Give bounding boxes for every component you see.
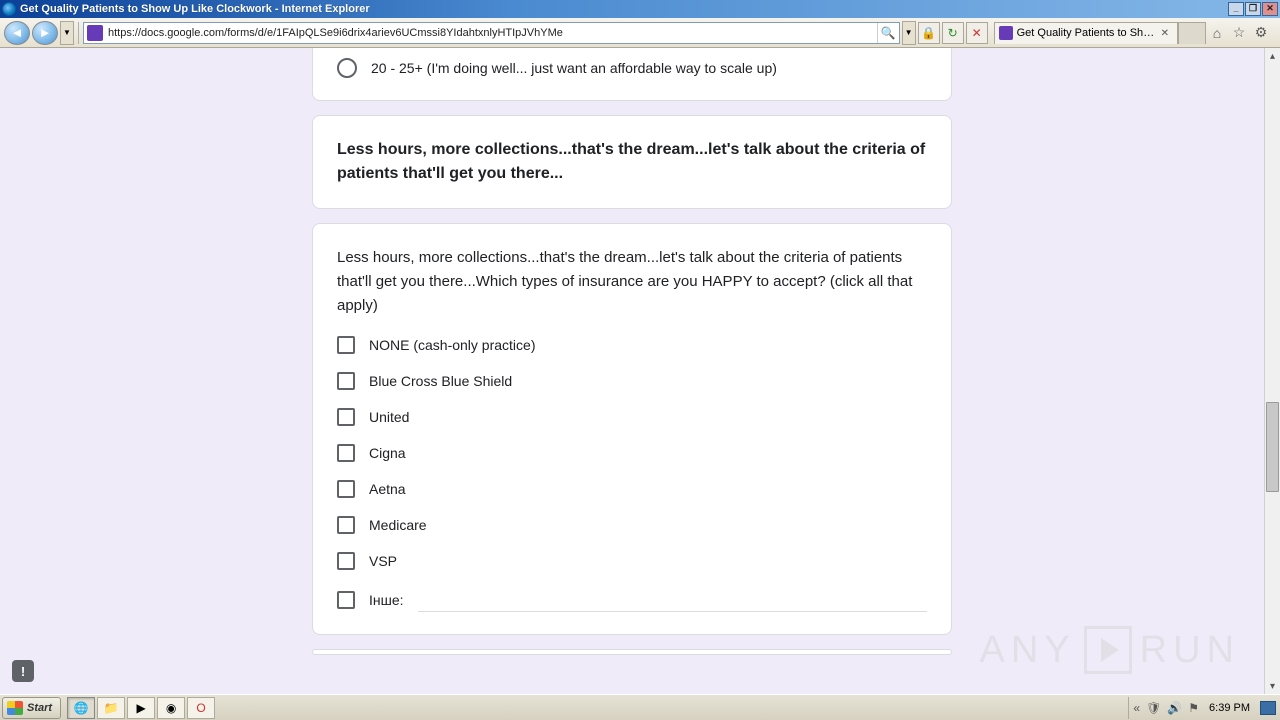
tray-shield-icon[interactable]: 🛡 <box>1146 701 1161 715</box>
url-input[interactable] <box>106 23 877 43</box>
windows-flag-icon <box>7 701 23 715</box>
checkbox-icon[interactable] <box>337 552 355 570</box>
taskbar-item-explorer[interactable]: 📁 <box>97 697 125 719</box>
checkbox-icon[interactable] <box>337 591 355 609</box>
taskbar-item-media[interactable]: ▶ <box>127 697 155 719</box>
checkbox-option[interactable]: NONE (cash-only practice) <box>337 336 927 354</box>
other-input[interactable] <box>418 588 927 612</box>
forward-button[interactable]: ► <box>32 21 58 45</box>
checkbox-label: NONE (cash-only practice) <box>369 337 536 353</box>
home-icon[interactable]: ⌂ <box>1208 24 1226 42</box>
security-lock-icon[interactable]: 🔒 <box>918 22 940 44</box>
close-button[interactable]: ✕ <box>1262 2 1278 16</box>
checkbox-icon[interactable] <box>337 372 355 390</box>
checkbox-label: Blue Cross Blue Shield <box>369 373 512 389</box>
radio-icon[interactable] <box>337 58 357 78</box>
checkbox-option[interactable]: Blue Cross Blue Shield <box>337 372 927 390</box>
form-container: 20 - 25+ (I'm doing well... just want an… <box>312 48 952 655</box>
next-card-peek <box>312 649 952 655</box>
show-desktop-button[interactable] <box>1260 701 1276 715</box>
browser-toolbar: ◄ ► ▼ 🔍 ▼ 🔒 ↻ ✕ Get Quality Patients to … <box>0 18 1280 48</box>
window-titlebar: Get Quality Patients to Show Up Like Clo… <box>0 0 1280 18</box>
tab-favicon-icon <box>999 26 1013 40</box>
address-bar[interactable]: 🔍 <box>83 22 900 44</box>
start-label: Start <box>27 702 52 714</box>
tools-gear-icon[interactable]: ⚙ <box>1252 24 1270 42</box>
checkbox-option[interactable]: Cigna <box>337 444 927 462</box>
checkbox-icon[interactable] <box>337 444 355 462</box>
window-title: Get Quality Patients to Show Up Like Clo… <box>20 3 1228 15</box>
section-header-card: Less hours, more collections...that's th… <box>312 115 952 209</box>
tray-flag-icon[interactable]: ⚑ <box>1188 701 1199 715</box>
checkbox-label: Cigna <box>369 445 406 461</box>
checkbox-label: United <box>369 409 409 425</box>
nav-history-dropdown[interactable]: ▼ <box>60 21 74 45</box>
scroll-up-arrow-icon[interactable]: ▴ <box>1265 48 1280 64</box>
checkbox-icon[interactable] <box>337 408 355 426</box>
maximize-button[interactable]: ❐ <box>1245 2 1261 16</box>
watermark-play-icon <box>1084 626 1132 674</box>
tab-strip: Get Quality Patients to Show... ✕ <box>994 22 1206 44</box>
minimize-button[interactable]: _ <box>1228 2 1244 16</box>
checkbox-label: VSP <box>369 553 397 569</box>
window-controls: _ ❐ ✕ <box>1228 2 1278 16</box>
taskbar-item-opera[interactable]: O <box>187 697 215 719</box>
scroll-thumb[interactable] <box>1266 402 1279 492</box>
other-label: Інше: <box>369 592 404 608</box>
watermark: ANY RUN <box>980 626 1240 674</box>
checkbox-label: Medicare <box>369 517 427 533</box>
stop-button[interactable]: ✕ <box>966 22 988 44</box>
radio-option[interactable]: 20 - 25+ (I'm doing well... just want an… <box>337 58 927 78</box>
browser-tab[interactable]: Get Quality Patients to Show... ✕ <box>994 22 1178 44</box>
quick-launch: 🌐 📁 ▶ ◉ O <box>67 697 215 719</box>
checkbox-icon[interactable] <box>337 516 355 534</box>
checkbox-option[interactable]: Medicare <box>337 516 927 534</box>
favorites-icon[interactable]: ☆ <box>1230 24 1248 42</box>
vertical-scrollbar[interactable]: ▴ ▾ <box>1264 48 1280 694</box>
taskbar-item-ie[interactable]: 🌐 <box>67 697 95 719</box>
tray-expand-icon[interactable]: « <box>1133 701 1140 715</box>
forms-favicon-icon <box>87 25 103 41</box>
checkbox-icon[interactable] <box>337 480 355 498</box>
watermark-text-left: ANY <box>980 629 1076 672</box>
tab-close-icon[interactable]: ✕ <box>1161 28 1169 39</box>
checkbox-label: Aetna <box>369 481 406 497</box>
page-content: 20 - 25+ (I'm doing well... just want an… <box>0 48 1264 694</box>
tab-title: Get Quality Patients to Show... <box>1017 27 1157 39</box>
checkbox-option-other[interactable]: Інше: <box>337 588 927 612</box>
report-problem-button[interactable]: ! <box>12 660 34 682</box>
taskbar-item-chrome[interactable]: ◉ <box>157 697 185 719</box>
ie-icon <box>2 2 16 16</box>
watermark-text-right: RUN <box>1140 629 1240 672</box>
checkbox-option[interactable]: United <box>337 408 927 426</box>
scroll-down-arrow-icon[interactable]: ▾ <box>1265 678 1280 694</box>
tray-clock[interactable]: 6:39 PM <box>1205 702 1254 714</box>
new-tab-button[interactable] <box>1178 22 1206 44</box>
checkbox-icon[interactable] <box>337 336 355 354</box>
scroll-track[interactable] <box>1265 64 1280 678</box>
browser-viewport: 20 - 25+ (I'm doing well... just want an… <box>0 48 1280 694</box>
taskbar: Start 🌐 📁 ▶ ◉ O « 🛡 🔊 ⚑ 6:39 PM <box>0 694 1280 720</box>
address-dropdown[interactable]: ▼ <box>902 21 916 45</box>
back-button[interactable]: ◄ <box>4 21 30 45</box>
radio-label: 20 - 25+ (I'm doing well... just want an… <box>371 60 777 76</box>
question-card-insurance: Less hours, more collections...that's th… <box>312 223 952 635</box>
checkbox-option[interactable]: VSP <box>337 552 927 570</box>
start-button[interactable]: Start <box>2 697 61 719</box>
question-card-patients-count: 20 - 25+ (I'm doing well... just want an… <box>312 48 952 101</box>
search-icon[interactable]: 🔍 <box>877 23 899 43</box>
toolbar-right-controls: ⌂ ☆ ⚙ <box>1208 24 1276 42</box>
refresh-button[interactable]: ↻ <box>942 22 964 44</box>
system-tray: « 🛡 🔊 ⚑ 6:39 PM <box>1128 697 1280 719</box>
tray-volume-icon[interactable]: 🔊 <box>1167 701 1182 715</box>
section-title: Less hours, more collections...that's th… <box>337 138 927 186</box>
toolbar-separator <box>78 22 79 44</box>
question-title: Less hours, more collections...that's th… <box>337 246 927 318</box>
checkbox-option[interactable]: Aetna <box>337 480 927 498</box>
